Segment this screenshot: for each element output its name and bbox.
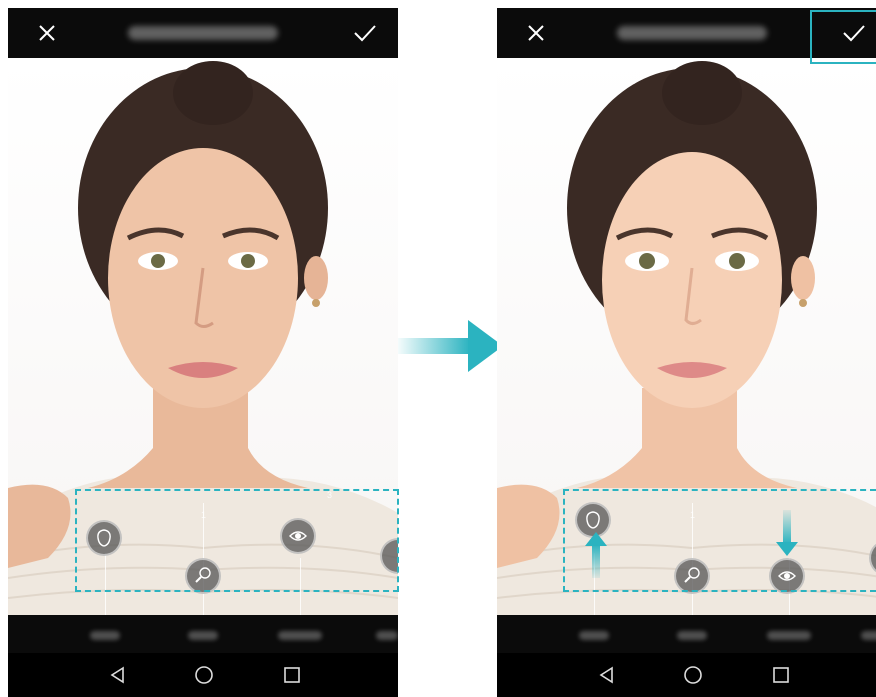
highlight-confirm-button [810, 10, 876, 64]
label-blurred [376, 631, 398, 640]
highlight-features-before [75, 489, 399, 592]
feature-labels [497, 615, 876, 653]
system-nav-bar [8, 653, 398, 697]
label-blurred [188, 631, 218, 640]
label-blurred [767, 631, 811, 640]
top-bar [8, 8, 398, 58]
close-icon[interactable] [36, 22, 58, 44]
circle-home-icon[interactable] [683, 665, 703, 685]
label-blurred [90, 631, 120, 640]
square-recents-icon[interactable] [771, 665, 791, 685]
screen-after: 1 [497, 8, 876, 697]
feature-labels [8, 615, 398, 653]
highlight-features-after [563, 489, 876, 592]
check-icon[interactable] [352, 22, 378, 44]
close-icon[interactable] [525, 22, 547, 44]
label-blurred [861, 631, 876, 640]
transition-arrow-icon [398, 320, 503, 372]
system-nav-bar [497, 653, 876, 697]
circle-home-icon[interactable] [194, 665, 214, 685]
label-blurred [677, 631, 707, 640]
label-blurred [579, 631, 609, 640]
title-text-blurred [617, 26, 767, 40]
triangle-back-icon[interactable] [108, 665, 128, 685]
screen-before: 1 3 [8, 8, 398, 697]
label-blurred [278, 631, 322, 640]
triangle-back-icon[interactable] [597, 665, 617, 685]
square-recents-icon[interactable] [282, 665, 302, 685]
title-text-blurred [128, 26, 278, 40]
